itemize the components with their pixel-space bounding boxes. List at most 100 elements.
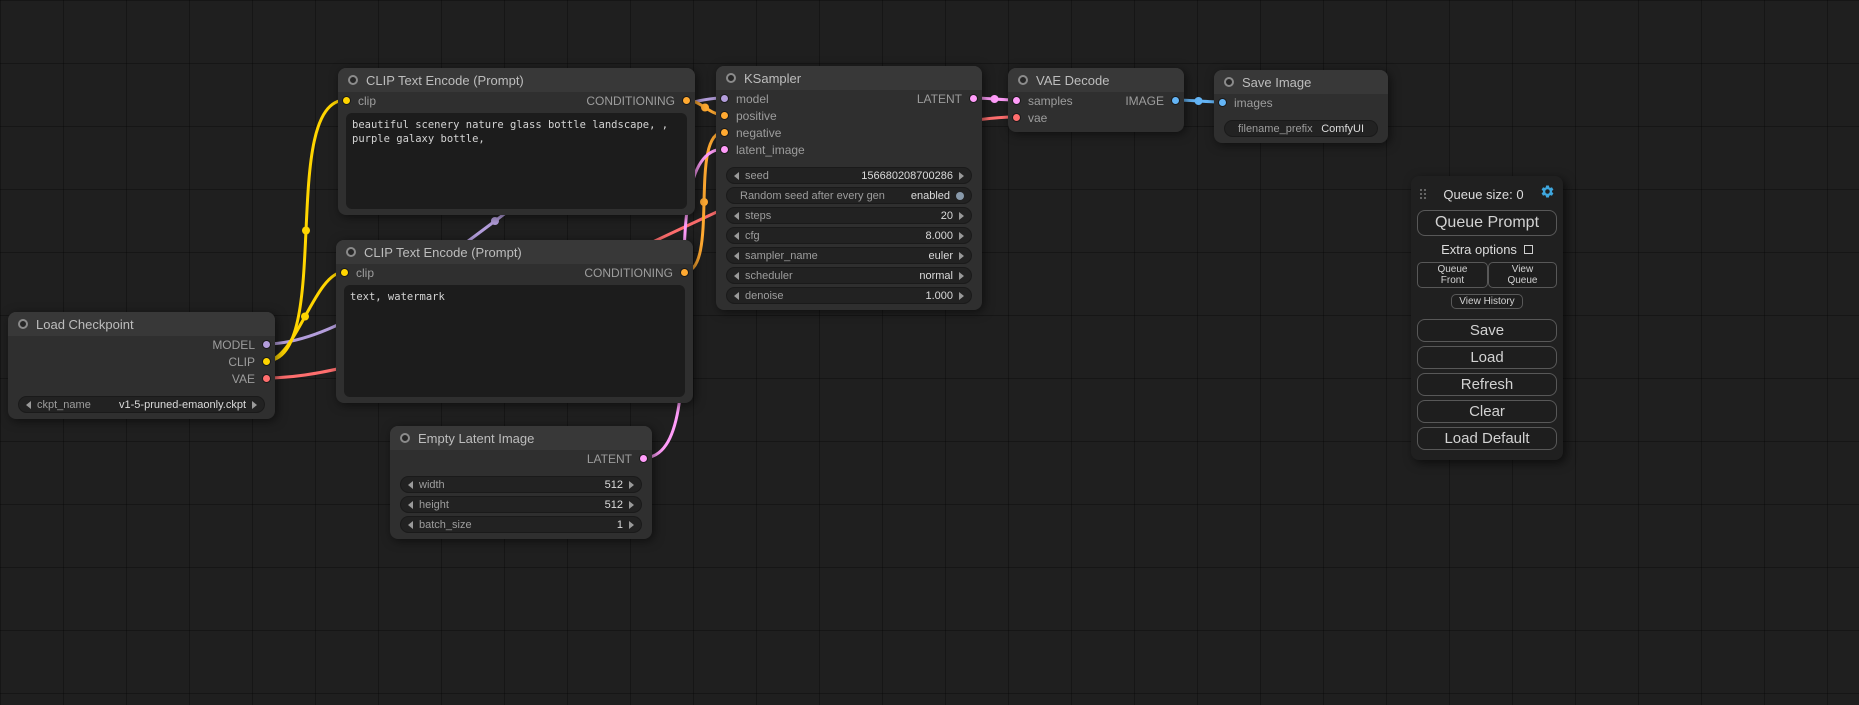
input-slot-label: samples	[1028, 94, 1073, 108]
collapse-dot-icon[interactable]	[726, 73, 736, 83]
output-slot-latent[interactable]	[969, 94, 978, 103]
node-title-bar[interactable]: Load Checkpoint	[8, 312, 275, 336]
node-title-bar[interactable]: VAE Decode	[1008, 68, 1184, 92]
input-slot-label: latent_image	[736, 143, 805, 157]
view-queue-button[interactable]: View Queue	[1488, 262, 1557, 288]
link-midpoint-dot	[701, 104, 709, 112]
negative-prompt-textarea[interactable]: text, watermark	[344, 285, 685, 397]
decrement-arrow-icon[interactable]	[734, 272, 739, 280]
increment-arrow-icon[interactable]	[629, 501, 634, 509]
decrement-arrow-icon[interactable]	[26, 401, 31, 409]
input-slot-negative[interactable]	[720, 128, 729, 137]
input-slot-images[interactable]	[1218, 98, 1227, 107]
link-midpoint-dot	[700, 198, 708, 206]
load-button[interactable]: Load	[1417, 346, 1557, 369]
widget-filename-prefix[interactable]: filename_prefix ComfyUI	[1224, 120, 1378, 137]
node-title-label: VAE Decode	[1036, 73, 1109, 88]
queue-front-button[interactable]: Queue Front	[1417, 262, 1488, 288]
widget-sampler-name[interactable]: sampler_name euler	[726, 247, 972, 264]
output-slot-conditioning[interactable]	[680, 268, 689, 277]
increment-arrow-icon[interactable]	[959, 172, 964, 180]
collapse-dot-icon[interactable]	[1018, 75, 1028, 85]
queue-prompt-button[interactable]: Queue Prompt	[1417, 210, 1557, 236]
input-slot-latent-image[interactable]	[720, 145, 729, 154]
widget-denoise[interactable]: denoise 1.000	[726, 287, 972, 304]
collapse-dot-icon[interactable]	[348, 75, 358, 85]
save-button[interactable]: Save	[1417, 319, 1557, 342]
node-empty-latent-image[interactable]: Empty Latent Image LATENT width 512 heig…	[390, 426, 652, 539]
output-slot-model[interactable]	[262, 340, 271, 349]
node-clip-text-encode-negative[interactable]: CLIP Text Encode (Prompt) clip CONDITION…	[336, 240, 693, 403]
node-load-checkpoint[interactable]: Load Checkpoint MODEL CLIP VAE ckpt_name	[8, 312, 275, 419]
widget-value: 512	[605, 499, 623, 511]
widget-value: v1-5-pruned-emaonly.ckpt	[119, 399, 246, 411]
node-title-bar[interactable]: Save Image	[1214, 70, 1388, 94]
collapse-dot-icon[interactable]	[1224, 77, 1234, 87]
input-slot-positive[interactable]	[720, 111, 729, 120]
input-slot-label: clip	[358, 94, 376, 108]
decrement-arrow-icon[interactable]	[734, 212, 739, 220]
node-save-image[interactable]: Save Image images filename_prefix ComfyU…	[1214, 70, 1388, 143]
input-slot-model[interactable]	[720, 94, 729, 103]
increment-arrow-icon[interactable]	[629, 521, 634, 529]
widget-random-seed-toggle[interactable]: Random seed after every gen enabled	[726, 187, 972, 204]
output-slot-latent[interactable]	[639, 454, 648, 463]
refresh-button[interactable]: Refresh	[1417, 373, 1557, 396]
input-slot-clip[interactable]	[340, 268, 349, 277]
settings-gear-icon[interactable]	[1540, 184, 1555, 204]
node-title-bar[interactable]: CLIP Text Encode (Prompt)	[338, 68, 695, 92]
view-history-button[interactable]: View History	[1451, 294, 1522, 309]
increment-arrow-icon[interactable]	[252, 401, 257, 409]
load-default-button[interactable]: Load Default	[1417, 427, 1557, 450]
widget-scheduler[interactable]: scheduler normal	[726, 267, 972, 284]
decrement-arrow-icon[interactable]	[734, 292, 739, 300]
widget-cfg[interactable]: cfg 8.000	[726, 227, 972, 244]
increment-arrow-icon[interactable]	[959, 232, 964, 240]
decrement-arrow-icon[interactable]	[408, 501, 413, 509]
output-slot-clip[interactable]	[262, 357, 271, 366]
output-slot-conditioning[interactable]	[682, 96, 691, 105]
widget-value: 512	[605, 479, 623, 491]
widget-value: 1	[617, 519, 623, 531]
increment-arrow-icon[interactable]	[959, 292, 964, 300]
clear-button[interactable]: Clear	[1417, 400, 1557, 423]
decrement-arrow-icon[interactable]	[408, 481, 413, 489]
increment-arrow-icon[interactable]	[629, 481, 634, 489]
node-title-label: Save Image	[1242, 75, 1311, 90]
decrement-arrow-icon[interactable]	[408, 521, 413, 529]
node-title-bar[interactable]: KSampler	[716, 66, 982, 90]
collapse-dot-icon[interactable]	[18, 319, 28, 329]
node-vae-decode[interactable]: VAE Decode samples IMAGE vae	[1008, 68, 1184, 132]
decrement-arrow-icon[interactable]	[734, 172, 739, 180]
node-graph-canvas[interactable]: Load Checkpoint MODEL CLIP VAE ckpt_name	[0, 0, 1859, 705]
drag-handle[interactable]	[1419, 188, 1427, 200]
extra-options-checkbox[interactable]	[1524, 245, 1533, 254]
decrement-arrow-icon[interactable]	[734, 252, 739, 260]
widget-ckpt-name[interactable]: ckpt_name v1-5-pruned-emaonly.ckpt	[18, 396, 265, 413]
widget-height[interactable]: height 512	[400, 496, 642, 513]
widget-width[interactable]: width 512	[400, 476, 642, 493]
output-slot-vae[interactable]	[262, 374, 271, 383]
input-slot-vae[interactable]	[1012, 113, 1021, 122]
collapse-dot-icon[interactable]	[346, 247, 356, 257]
node-ksampler[interactable]: KSampler model LATENT positive negative	[716, 66, 982, 310]
output-slot-image[interactable]	[1171, 96, 1180, 105]
decrement-arrow-icon[interactable]	[734, 232, 739, 240]
input-slot-clip[interactable]	[342, 96, 351, 105]
toggle-on-indicator[interactable]	[956, 192, 964, 200]
output-slot-label: CONDITIONING	[584, 266, 673, 280]
positive-prompt-textarea[interactable]: beautiful scenery nature glass bottle la…	[346, 113, 687, 209]
node-title-bar[interactable]: CLIP Text Encode (Prompt)	[336, 240, 693, 264]
widget-batch-size[interactable]: batch_size 1	[400, 516, 642, 533]
node-clip-text-encode-positive[interactable]: CLIP Text Encode (Prompt) clip CONDITION…	[338, 68, 695, 215]
increment-arrow-icon[interactable]	[959, 272, 964, 280]
collapse-dot-icon[interactable]	[400, 433, 410, 443]
increment-arrow-icon[interactable]	[959, 252, 964, 260]
widget-steps[interactable]: steps 20	[726, 207, 972, 224]
input-slot-samples[interactable]	[1012, 96, 1021, 105]
node-title-bar[interactable]: Empty Latent Image	[390, 426, 652, 450]
increment-arrow-icon[interactable]	[959, 212, 964, 220]
widget-seed[interactable]: seed 156680208700286	[726, 167, 972, 184]
input-slot-label: vae	[1028, 111, 1047, 125]
widget-label: ckpt_name	[37, 399, 91, 411]
